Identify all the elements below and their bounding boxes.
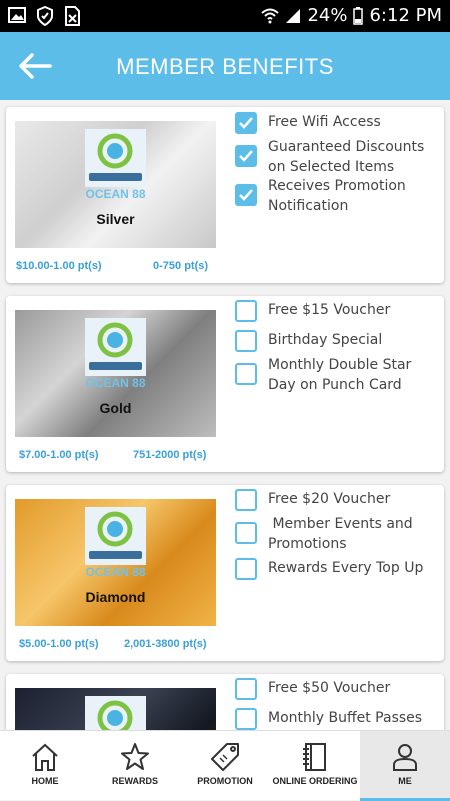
benefit-label: Free $15 Voucher [268,302,391,318]
nav-me[interactable]: ME [360,731,450,801]
tier-price-rate: $10.00-1.00 pt(s) [16,260,102,272]
tier-logo-text: OCEAN 88 [85,565,146,579]
check-icon [239,117,253,129]
benefit-item: Free $50 Voucher [235,678,440,700]
home-icon [32,743,58,771]
tier-card-image: OCEAN 88 Silver [15,121,216,248]
clock: 6:12 PM [369,5,442,26]
benefit-label: Monthly Buffet Passes [268,710,423,726]
checkbox-unchecked[interactable] [235,558,257,580]
battery-percent: 24% [307,5,348,26]
nav-online-ordering[interactable]: ONLINE ORDERING [270,731,360,801]
ocean88-logo [85,129,146,187]
nav-label: HOME [31,776,59,786]
benefit-item: Monthly Double Star Day on Punch Card [235,355,440,395]
nav-promotion[interactable]: PROMOTION [180,731,270,801]
tier-card-platinum: Free $50 Voucher Monthly Buffet Passes [6,674,444,730]
checkbox-unchecked[interactable] [235,678,257,700]
tier-logo-text: OCEAN 88 [85,376,146,390]
bottom-nav: HOME REWARDS PROMOTION ONLINE ORDERING M… [0,730,450,801]
nav-label: PROMOTION [197,776,253,786]
tier-name: Diamond [85,589,146,605]
ocean88-logo [85,696,146,730]
checkbox-checked[interactable] [235,145,257,167]
person-icon [393,744,417,771]
checkbox-unchecked[interactable] [235,300,257,322]
nav-label: ONLINE ORDERING [272,776,358,786]
star-icon [121,743,149,770]
tier-price-rate: $5.00-1.00 pt(s) [19,638,99,650]
page-title: MEMBER BENEFITS [116,54,334,79]
checkbox-unchecked[interactable] [235,330,257,352]
tier-card-image: OCEAN 88 Diamond [15,499,216,626]
wifi-icon [261,8,280,23]
ocean88-logo [85,507,146,565]
benefit-item: Free $15 Voucher [235,300,440,322]
tier-name: Silver [96,211,135,227]
benefit-label: Birthday Special [268,332,383,348]
benefit-label: Free Wifi Access [268,114,381,130]
check-icon [239,189,253,201]
shield-icon [37,6,53,26]
checkbox-unchecked[interactable] [235,708,257,730]
benefit-label: Guaranteed Discounts on Selected Items [268,139,425,175]
benefit-label: Member Events and Promotions [268,516,418,552]
tier-name: Gold [99,400,132,416]
checkbox-unchecked[interactable] [235,363,257,385]
tier-card-gold: OCEAN 88 Gold $7.00-1.00 pt(s) 751-2000 … [6,296,444,472]
benefit-item: Rewards Every Top Up [235,558,440,580]
benefit-label: Monthly Double Star Day on Punch Card [268,357,412,393]
benefit-item: Free Wifi Access [235,112,440,134]
check-icon [239,150,253,162]
tier-price-rate: $7.00-1.00 pt(s) [19,449,99,461]
benefit-item: Receives Promotion Notification [235,176,440,216]
battery-icon [353,6,364,25]
benefit-label: Rewards Every Top Up [268,560,424,576]
tier-card-image [15,688,216,730]
nav-home[interactable]: HOME [0,731,90,801]
signal-icon [286,8,301,23]
benefit-label: Free $50 Voucher [268,680,391,696]
benefit-item: Monthly Buffet Passes [235,708,440,730]
benefit-label: Receives Promotion Notification [268,178,406,214]
benefits-list[interactable]: OCEAN 88 Silver $10.00-1.00 pt(s) 0-750 … [0,100,450,730]
benefit-label: Free $20 Voucher [268,491,391,507]
benefit-item: Free $20 Voucher [235,489,440,511]
checkbox-unchecked[interactable] [235,522,257,544]
benefit-item: Guaranteed Discounts on Selected Items [235,137,440,177]
benefit-item: Member Events and Promotions [235,514,440,554]
checkbox-unchecked[interactable] [235,489,257,511]
image-icon [8,7,26,23]
notebook-icon [303,743,326,771]
tier-points-range: 0-750 pt(s) [153,260,209,272]
tier-points-range: 751-2000 pt(s) [133,449,207,461]
tag-icon [211,743,239,771]
nav-rewards[interactable]: REWARDS [90,731,180,801]
app-bar: MEMBER BENEFITS [0,32,450,100]
benefit-item: Birthday Special [235,330,440,352]
ocean88-logo [85,318,146,376]
tier-card-image: OCEAN 88 Gold [15,310,216,437]
tier-card-diamond: OCEAN 88 Diamond $5.00-1.00 pt(s) 2,001-… [6,485,444,661]
checkbox-checked[interactable] [235,184,257,206]
no-sim-icon [65,6,80,26]
nav-label: ME [398,776,412,786]
tier-points-range: 2,001-3800 pt(s) [124,638,207,650]
nav-label: REWARDS [111,776,158,786]
tier-card-silver: OCEAN 88 Silver $10.00-1.00 pt(s) 0-750 … [6,107,444,283]
tier-logo-text: OCEAN 88 [85,187,146,201]
status-bar: 24% 6:12 PM [0,0,450,32]
checkbox-checked[interactable] [235,112,257,134]
